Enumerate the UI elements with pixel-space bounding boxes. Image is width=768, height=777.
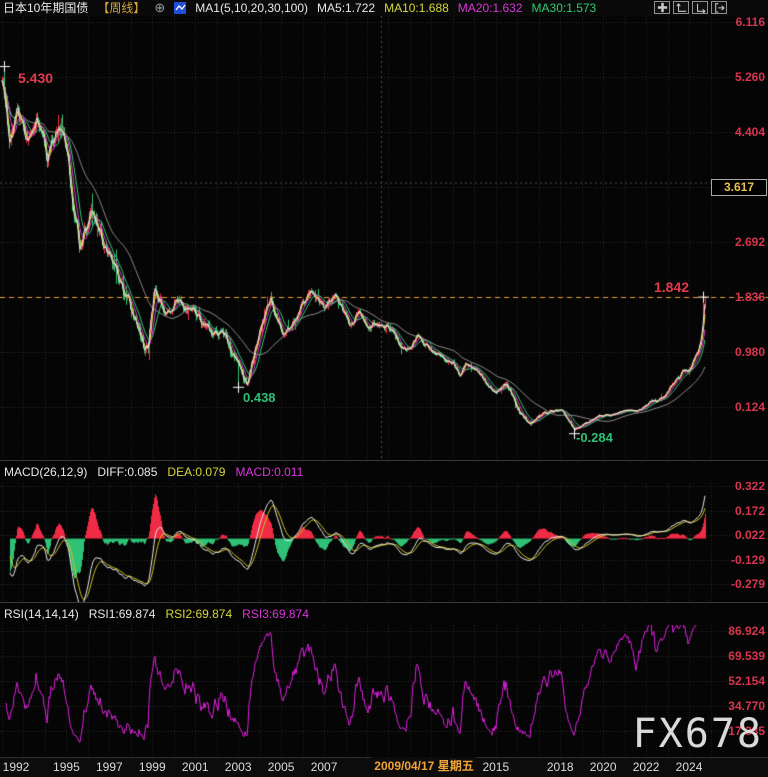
rsi-title: RSI(14,14,14) <box>4 607 79 621</box>
macd-axis-label: -0.129 <box>731 553 765 567</box>
year-label: 2005 <box>268 760 295 774</box>
macd-macd-value: MACD:0.011 <box>235 465 303 479</box>
crosshair-price-label: 3.617 <box>711 179 767 196</box>
move-icon[interactable] <box>654 1 670 14</box>
price-axis-label: 0.124 <box>735 400 765 414</box>
time-axis[interactable]: 2009/04/17 星期五 1992 1995 1997 1999 2001 2003 2… <box>0 757 768 777</box>
crosshair-date-label: 2009/04/17 星期五 <box>371 757 476 774</box>
pane-divider <box>0 602 768 603</box>
chart-header-bar: 日本10年期国债 【周线】 ⊕ MA1(5,10,20,30,100) MA5:… <box>0 0 768 16</box>
year-label: 2020 <box>590 760 617 774</box>
price-axis-label: 1.836 <box>735 290 765 304</box>
year-label: 2003 <box>225 760 252 774</box>
macd-chart-canvas[interactable] <box>0 483 768 602</box>
year-label: 1995 <box>53 760 80 774</box>
low-2019-marker-label: -0.284 <box>576 430 613 445</box>
watermark: FX678 <box>633 711 763 757</box>
year-label: 1997 <box>96 760 123 774</box>
year-label: 2001 <box>182 760 209 774</box>
year-label: 1999 <box>139 760 166 774</box>
indicator-chart-icon[interactable] <box>174 2 186 14</box>
year-label: 2024 <box>676 760 703 774</box>
rsi-axis-label: 86.924 <box>728 624 765 638</box>
macd-axis-label: 0.172 <box>735 504 765 518</box>
instrument-title: 日本10年期国债 <box>3 0 88 16</box>
year-label: 1992 <box>3 760 30 774</box>
macd-axis-label: -0.279 <box>731 577 765 591</box>
pane-divider <box>0 460 768 461</box>
price-axis-label: 6.116 <box>736 15 765 29</box>
price-axis-label: 2.692 <box>735 235 765 249</box>
price-axis-label: 0.980 <box>735 345 765 359</box>
year-label: 2015 <box>482 760 509 774</box>
add-indicator-icon[interactable]: ⊕ <box>154 0 165 16</box>
ma-settings-label: MA1(5,10,20,30,100) <box>195 0 308 16</box>
macd-axis-label: 0.022 <box>735 528 765 542</box>
macd-diff-value: DIFF:0.085 <box>97 465 157 479</box>
scale-x-axis-icon[interactable] <box>692 1 708 14</box>
ma10-value: MA10:1.688 <box>384 0 449 16</box>
year-label: 2007 <box>311 760 338 774</box>
price-axis-label: 4.404 <box>735 125 765 139</box>
macd-dea-value: DEA:0.079 <box>167 465 225 479</box>
ma30-value: MA30:1.573 <box>532 0 597 16</box>
end-high-marker-label: 1.842 <box>654 279 689 295</box>
rsi-axis-label: 69.539 <box>728 649 765 663</box>
rsi2-value: RSI2:69.874 <box>165 607 232 621</box>
macd-header: MACD(26,12,9) DIFF:0.085 DEA:0.079 MACD:… <box>0 462 768 482</box>
low-2003-marker-label: 0.438 <box>243 390 276 405</box>
chart-toolbar <box>654 1 727 14</box>
year-label: 2018 <box>547 760 574 774</box>
period-selector[interactable]: 【周线】 <box>97 0 145 16</box>
year-label: 2022 <box>633 760 660 774</box>
start-high-marker-label: 5.430 <box>18 70 53 86</box>
ma5-value: MA5:1.722 <box>317 0 375 16</box>
ma20-value: MA20:1.632 <box>458 0 523 16</box>
rsi1-value: RSI1:69.874 <box>89 607 156 621</box>
scale-y-axis-icon[interactable] <box>673 1 689 14</box>
shift-right-icon[interactable] <box>711 1 727 14</box>
macd-title: MACD(26,12,9) <box>4 465 87 479</box>
price-axis-label: 5.260 <box>735 70 765 84</box>
chart-window: 日本10年期国债 【周线】 ⊕ MA1(5,10,20,30,100) MA5:… <box>0 0 768 777</box>
price-chart-canvas[interactable] <box>0 16 768 460</box>
rsi-header: RSI(14,14,14) RSI1:69.874 RSI2:69.874 RS… <box>0 604 768 624</box>
rsi-axis-label: 52.154 <box>728 674 765 688</box>
rsi3-value: RSI3:69.874 <box>242 607 309 621</box>
